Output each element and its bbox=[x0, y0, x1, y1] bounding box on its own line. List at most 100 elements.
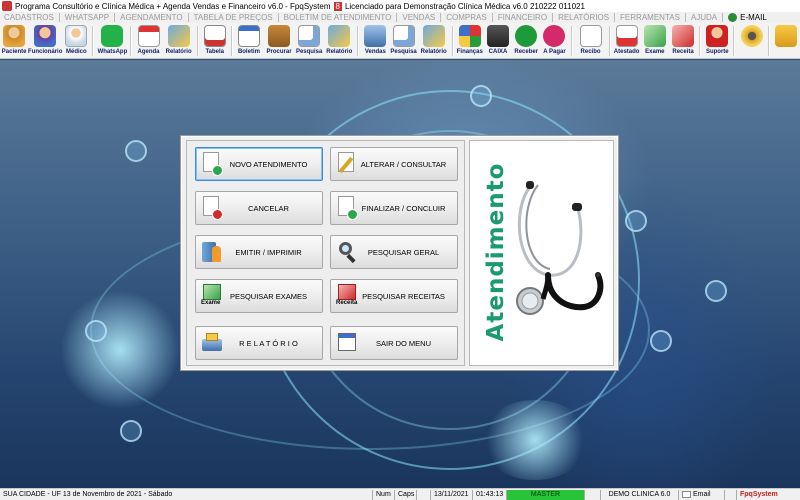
toolbar-atestado-button[interactable]: Atestado bbox=[613, 23, 641, 59]
toolbar-apagar-button[interactable]: A Pagar bbox=[540, 23, 568, 59]
sales-icon bbox=[364, 25, 387, 47]
menu-boletim[interactable]: BOLETIM DE ATENDIMENTO bbox=[280, 13, 396, 22]
status-email[interactable]: Email bbox=[679, 489, 725, 500]
cash-register-icon bbox=[487, 25, 509, 47]
prescription-icon bbox=[672, 25, 695, 47]
menu-email[interactable]: E-MAIL bbox=[724, 13, 771, 22]
toolbar-boletim-button[interactable]: Boletim bbox=[235, 23, 263, 59]
employees-icon bbox=[34, 25, 57, 47]
window-title: Programa Consultório e Clínica Médica + … bbox=[15, 1, 331, 11]
report-printer-icon bbox=[201, 331, 223, 355]
menu-cadastros[interactable]: CADASTROS bbox=[0, 13, 58, 22]
toolbar-caixa-button[interactable]: CAIXA bbox=[484, 23, 512, 59]
doctor-icon bbox=[65, 25, 88, 47]
emitir-imprimir-button[interactable]: EMITIR / IMPRIMIR bbox=[195, 235, 323, 269]
toolbar-agenda-button[interactable]: Agenda bbox=[134, 23, 162, 59]
menu-agendamento[interactable]: AGENDAMENTO bbox=[116, 13, 187, 22]
status-numlock: Num bbox=[373, 489, 395, 500]
toolbar-procurar-button[interactable]: Procurar bbox=[263, 23, 295, 59]
folder-search-icon bbox=[268, 25, 291, 47]
toolbar-pesquisa-2-button[interactable]: Pesquisa bbox=[389, 23, 417, 59]
toolbar-suporte-button[interactable]: Suporte bbox=[703, 23, 731, 59]
menu-ajuda[interactable]: AJUDA bbox=[687, 13, 721, 22]
exit-window-icon bbox=[336, 331, 358, 355]
app-window: Programa Consultório e Clínica Médica + … bbox=[0, 0, 800, 500]
status-user: MASTER bbox=[507, 489, 585, 500]
exit-door-icon bbox=[774, 25, 797, 47]
calendar-icon bbox=[137, 25, 160, 47]
instance-badge: 8 bbox=[333, 1, 342, 11]
status-brand: FpqSystem bbox=[740, 491, 778, 498]
menu-relatorios[interactable]: RELATÓRIOS bbox=[554, 13, 613, 22]
alterar-consultar-button[interactable]: ALTERAR / CONSULTAR bbox=[330, 147, 458, 181]
pesquisar-exames-button[interactable]: Exame PESQUISAR EXAMES bbox=[195, 279, 323, 313]
certificate-icon bbox=[615, 25, 638, 47]
finance-chart-icon bbox=[458, 25, 481, 47]
toolbar: Paciente Funcionário Médico WhatsApp Age… bbox=[0, 23, 800, 59]
toolbar-relatorio-1-button[interactable]: Relatório bbox=[163, 23, 195, 59]
exam-icon bbox=[643, 25, 666, 47]
cancel-document-icon bbox=[201, 196, 223, 220]
menu-compras[interactable]: COMPRAS bbox=[442, 13, 490, 22]
email-globe-icon bbox=[728, 13, 738, 22]
attendance-side-card: Atendimento bbox=[469, 140, 614, 366]
toolbar-exit-button[interactable] bbox=[772, 23, 800, 59]
cancelar-button[interactable]: CANCELAR bbox=[195, 191, 323, 225]
check-document-icon bbox=[336, 196, 358, 220]
toolbar-relatorio-3-button[interactable]: Relatório bbox=[418, 23, 450, 59]
price-table-icon bbox=[203, 25, 226, 47]
menu-vendas[interactable]: VENDAS bbox=[398, 13, 439, 22]
edit-pencil-icon bbox=[336, 152, 358, 176]
status-date: 13/11/2021 bbox=[431, 489, 473, 500]
menu-ferramentas[interactable]: FERRAMENTAS bbox=[616, 13, 684, 22]
license-text: Licenciado para Demonstração Clínica Méd… bbox=[344, 1, 585, 11]
relatorio-button[interactable]: R E L A T Ó R I O bbox=[195, 326, 323, 360]
status-capslock: Caps bbox=[395, 489, 417, 500]
print-person-icon bbox=[201, 240, 223, 264]
prescription-icon: Receita bbox=[336, 284, 358, 308]
toolbar-funcionario-button[interactable]: Funcionário bbox=[28, 23, 62, 59]
pesquisar-geral-button[interactable]: PESQUISAR GERAL bbox=[330, 235, 458, 269]
whatsapp-icon bbox=[101, 25, 124, 47]
exam-icon: Exame bbox=[201, 284, 223, 308]
app-icon bbox=[2, 1, 12, 11]
menu-tabela-precos[interactable]: TABELA DE PREÇOS bbox=[190, 13, 277, 22]
toolbar-pesquisa-1-button[interactable]: Pesquisa bbox=[295, 23, 323, 59]
toolbar-tabela-button[interactable]: Tabela bbox=[201, 23, 229, 59]
menu-whatsapp[interactable]: WHATSAPP bbox=[61, 13, 113, 22]
dollar-receive-icon bbox=[515, 25, 538, 47]
receipt-icon bbox=[579, 25, 602, 47]
pesquisar-receitas-button[interactable]: Receita PESQUISAR RECEITAS bbox=[330, 279, 458, 313]
mail-icon bbox=[682, 491, 691, 498]
toolbar-relatorio-2-button[interactable]: Relatório bbox=[323, 23, 355, 59]
toolbar-exame-button[interactable]: Exame bbox=[641, 23, 669, 59]
support-icon bbox=[706, 25, 729, 47]
action-button-grid: NOVO ATENDIMENTO ALTERAR / CONSULTAR CAN… bbox=[186, 140, 465, 366]
toolbar-medico-button[interactable]: Médico bbox=[62, 23, 90, 59]
search-document-icon bbox=[392, 25, 415, 47]
report-printer-icon bbox=[167, 25, 190, 47]
status-time: 01:43:13 bbox=[473, 489, 507, 500]
status-city-date: SUA CIDADE - UF 13 de Novembro de 2021 -… bbox=[0, 489, 373, 500]
menu-financeiro[interactable]: FINANCEIRO bbox=[494, 13, 551, 22]
toolbar-receita-button[interactable]: Receita bbox=[669, 23, 697, 59]
attendance-panel: NOVO ATENDIMENTO ALTERAR / CONSULTAR CAN… bbox=[180, 135, 619, 371]
finalizar-concluir-button[interactable]: FINALIZAR / CONCLUIR bbox=[330, 191, 458, 225]
magnifier-icon bbox=[336, 240, 358, 264]
toolbar-recibo-button[interactable]: Recibo bbox=[575, 23, 607, 59]
search-document-icon bbox=[298, 25, 321, 47]
novo-atendimento-button[interactable]: NOVO ATENDIMENTO bbox=[195, 147, 323, 181]
toolbar-vendas-button[interactable]: Vendas bbox=[361, 23, 389, 59]
toolbar-whatsapp-button[interactable]: WhatsApp bbox=[96, 23, 128, 59]
stethoscope-icon bbox=[516, 181, 604, 315]
report-printer-icon bbox=[328, 25, 351, 47]
toolbar-financas-button[interactable]: Finanças bbox=[456, 23, 484, 59]
bulletin-icon bbox=[237, 25, 260, 47]
toolbar-paciente-button[interactable]: Paciente bbox=[0, 23, 28, 59]
toolbar-receber-button[interactable]: Receber bbox=[512, 23, 540, 59]
patients-icon bbox=[3, 25, 26, 47]
sair-do-menu-button[interactable]: SAIR DO MENU bbox=[330, 326, 458, 360]
title-bar: Programa Consultório e Clínica Médica + … bbox=[0, 0, 800, 12]
toolbar-settings-button[interactable] bbox=[737, 23, 765, 59]
new-document-icon bbox=[201, 152, 223, 176]
